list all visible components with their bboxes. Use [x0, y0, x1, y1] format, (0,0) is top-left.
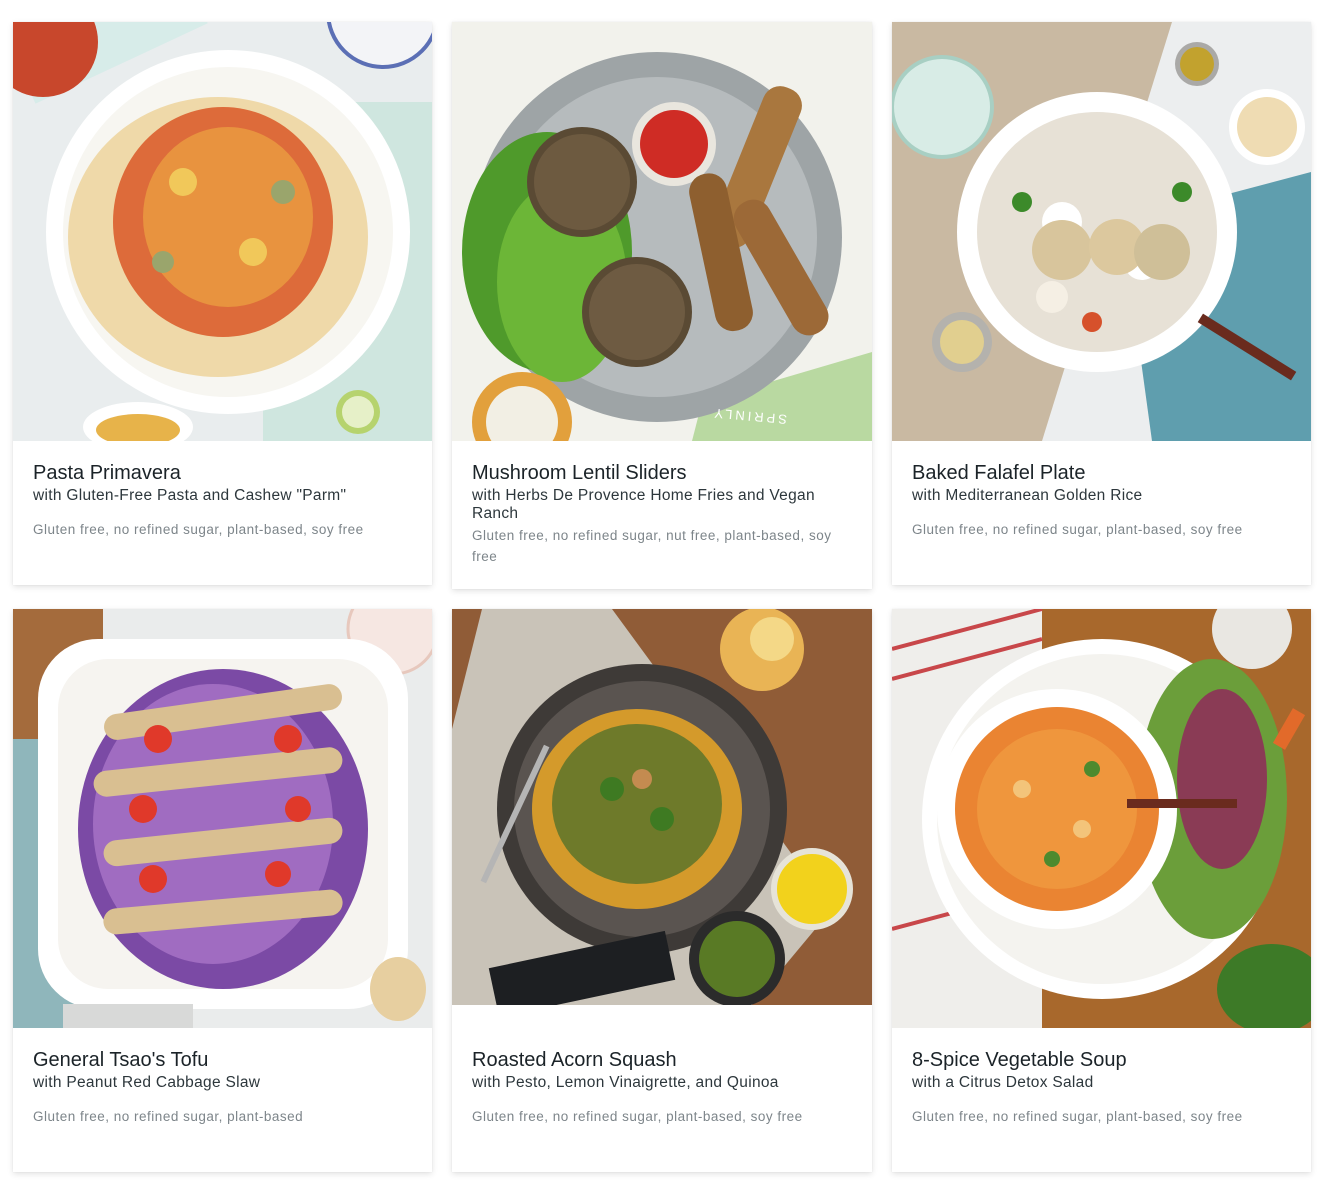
meal-photo-roasted-acorn-squash[interactable] [452, 609, 872, 1005]
meal-dietary-tags: Gluten free, no refined sugar, plant-bas… [472, 1109, 803, 1124]
meal-card-roasted-acorn-squash[interactable]: Roasted Acorn Squash with Pesto, Lemon V… [452, 609, 872, 1172]
meal-photo-pasta-primavera[interactable] [13, 22, 432, 441]
meal-info: Mushroom Lentil Sliders with Herbs De Pr… [452, 441, 872, 567]
meal-subtitle: with Mediterranean Golden Rice [912, 487, 1143, 504]
meal-title[interactable]: Baked Falafel Plate [912, 461, 1291, 485]
meal-photo-mushroom-lentil-sliders[interactable]: SPRINLY [452, 22, 872, 441]
meal-title[interactable]: Roasted Acorn Squash [472, 1048, 852, 1072]
meal-info: 8-Spice Vegetable Soup with a Citrus Det… [892, 1028, 1311, 1127]
meal-grid: Pasta Primavera with Gluten-Free Pasta a… [13, 22, 1311, 1172]
meal-info: Pasta Primavera with Gluten-Free Pasta a… [13, 441, 432, 540]
meal-subtitle: with Pesto, Lemon Vinaigrette, and Quino… [472, 1074, 779, 1091]
meal-info: Roasted Acorn Squash with Pesto, Lemon V… [452, 1005, 872, 1127]
meal-card-general-tsaos-tofu[interactable]: General Tsao's Tofu with Peanut Red Cabb… [13, 609, 432, 1172]
meal-title[interactable]: 8-Spice Vegetable Soup [912, 1048, 1291, 1072]
meal-card-baked-falafel-plate[interactable]: Baked Falafel Plate with Mediterranean G… [892, 22, 1311, 585]
meal-dietary-tags: Gluten free, no refined sugar, nut free,… [472, 528, 832, 564]
meal-photo-general-tsaos-tofu[interactable] [13, 609, 432, 1028]
meal-dietary-tags: Gluten free, no refined sugar, plant-bas… [33, 1109, 304, 1124]
meal-photo-baked-falafel-plate[interactable] [892, 22, 1311, 441]
meal-photo-8-spice-vegetable-soup[interactable] [892, 609, 1311, 1028]
meal-title[interactable]: Mushroom Lentil Sliders [472, 461, 852, 485]
meal-info: General Tsao's Tofu with Peanut Red Cabb… [13, 1028, 432, 1127]
meal-dietary-tags: Gluten free, no refined sugar, plant-bas… [912, 1109, 1243, 1124]
meal-info: Baked Falafel Plate with Mediterranean G… [892, 441, 1311, 540]
meal-card-mushroom-lentil-sliders[interactable]: SPRINLY Mushroom Lentil Sliders with Her… [452, 22, 872, 589]
meal-subtitle: with Gluten-Free Pasta and Cashew "Parm" [33, 487, 347, 504]
meal-subtitle: with a Citrus Detox Salad [912, 1074, 1094, 1091]
meal-subtitle: with Herbs De Provence Home Fries and Ve… [472, 487, 815, 522]
meal-card-8-spice-vegetable-soup[interactable]: 8-Spice Vegetable Soup with a Citrus Det… [892, 609, 1311, 1172]
meal-card-pasta-primavera[interactable]: Pasta Primavera with Gluten-Free Pasta a… [13, 22, 432, 585]
meal-title[interactable]: Pasta Primavera [33, 461, 412, 485]
meal-subtitle: with Peanut Red Cabbage Slaw [33, 1074, 261, 1091]
meal-dietary-tags: Gluten free, no refined sugar, plant-bas… [912, 522, 1243, 537]
meal-title[interactable]: General Tsao's Tofu [33, 1048, 412, 1072]
meal-dietary-tags: Gluten free, no refined sugar, plant-bas… [33, 522, 364, 537]
